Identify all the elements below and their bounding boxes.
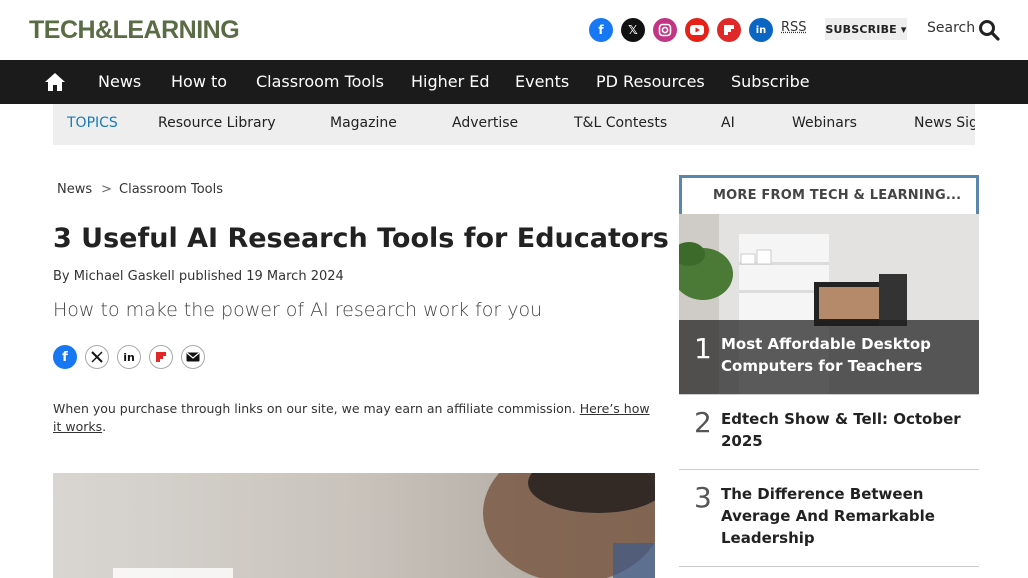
breadcrumb-news[interactable]: News: [57, 182, 92, 197]
share-x-icon[interactable]: [85, 345, 109, 369]
breadcrumb-classroom-tools[interactable]: Classroom Tools: [119, 182, 223, 197]
topics-bar: TOPICS Resource Library Magazine Adverti…: [53, 104, 975, 145]
search-label[interactable]: Search: [927, 20, 975, 36]
share-linkedin-icon[interactable]: in: [117, 345, 141, 369]
breadcrumb-separator: >: [101, 182, 112, 197]
nav-item-pd-resources[interactable]: PD Resources: [596, 72, 705, 91]
nav-item-subscribe[interactable]: Subscribe: [731, 72, 810, 91]
site-header: TECH&LEARNING f 𝕏 in RSS SUBSCRIBE ▾ Sea…: [0, 0, 1028, 60]
facebook-icon[interactable]: f: [589, 18, 613, 42]
sidebar-item-title[interactable]: Edtech Show & Tell: October 2025: [721, 408, 961, 452]
site-logo[interactable]: TECH&LEARNING: [29, 14, 261, 46]
sidebar-featured-item[interactable]: 1 Most Affordable Desktop Computers for …: [679, 214, 979, 394]
nav-item-news[interactable]: News: [98, 72, 141, 91]
share-flipboard-icon[interactable]: [149, 345, 173, 369]
more-from-panel: MORE FROM TECH & LEARNING...: [679, 175, 979, 215]
sidebar-item-title[interactable]: The Difference Between Average And Remar…: [721, 483, 961, 549]
youtube-icon[interactable]: [685, 18, 709, 42]
instagram-icon[interactable]: [653, 18, 677, 42]
sidebar-divider: [679, 394, 979, 395]
nav-item-how-to[interactable]: How to: [171, 72, 227, 91]
rank-number: 3: [694, 481, 712, 514]
topic-news-signup[interactable]: News Sig: [914, 115, 975, 131]
linkedin-icon[interactable]: in: [749, 18, 773, 42]
sidebar-item-title[interactable]: Most Affordable Desktop Computers for Te…: [721, 333, 961, 377]
more-from-title: MORE FROM TECH & LEARNING...: [713, 188, 962, 203]
social-links: f 𝕏 in: [589, 18, 781, 42]
sidebar-divider: [679, 566, 979, 567]
main-nav: News How to Classroom Tools Higher Ed Ev…: [0, 60, 1028, 104]
topic-tl-contests[interactable]: T&L Contests: [574, 115, 667, 131]
affiliate-end: .: [102, 419, 107, 434]
topic-advertise[interactable]: Advertise: [452, 115, 518, 131]
nav-item-events[interactable]: Events: [515, 72, 569, 91]
topic-resource-library[interactable]: Resource Library: [158, 115, 276, 131]
flipboard-icon[interactable]: [717, 18, 741, 42]
nav-item-higher-ed[interactable]: Higher Ed: [411, 72, 490, 91]
x-icon[interactable]: 𝕏: [621, 18, 645, 42]
nav-item-classroom-tools[interactable]: Classroom Tools: [256, 72, 384, 91]
topic-magazine[interactable]: Magazine: [330, 115, 397, 131]
logo-text: TECH&LEARNING: [29, 16, 239, 44]
sidebar-divider: [679, 469, 979, 470]
search-icon[interactable]: [978, 19, 1000, 41]
rss-link[interactable]: RSS: [781, 20, 807, 35]
affiliate-text: When you purchase through links on our s…: [53, 401, 580, 416]
topic-webinars[interactable]: Webinars: [792, 115, 857, 131]
subscribe-dropdown-button[interactable]: SUBSCRIBE ▾: [825, 18, 907, 40]
share-facebook-icon[interactable]: f: [53, 345, 77, 369]
article-byline: By Michael Gaskell published 19 March 20…: [53, 269, 344, 284]
article-subtitle: How to make the power of AI research wor…: [53, 299, 543, 321]
share-email-icon[interactable]: [181, 345, 205, 369]
affiliate-disclosure: When you purchase through links on our s…: [53, 400, 653, 436]
hero-image: [53, 473, 655, 578]
home-icon[interactable]: [44, 71, 66, 93]
rank-number: 1: [694, 332, 712, 365]
article-title: 3 Useful AI Research Tools for Educators: [53, 223, 669, 254]
topics-label: TOPICS: [67, 115, 118, 131]
topic-ai[interactable]: AI: [721, 115, 735, 131]
rank-number: 2: [694, 406, 712, 439]
